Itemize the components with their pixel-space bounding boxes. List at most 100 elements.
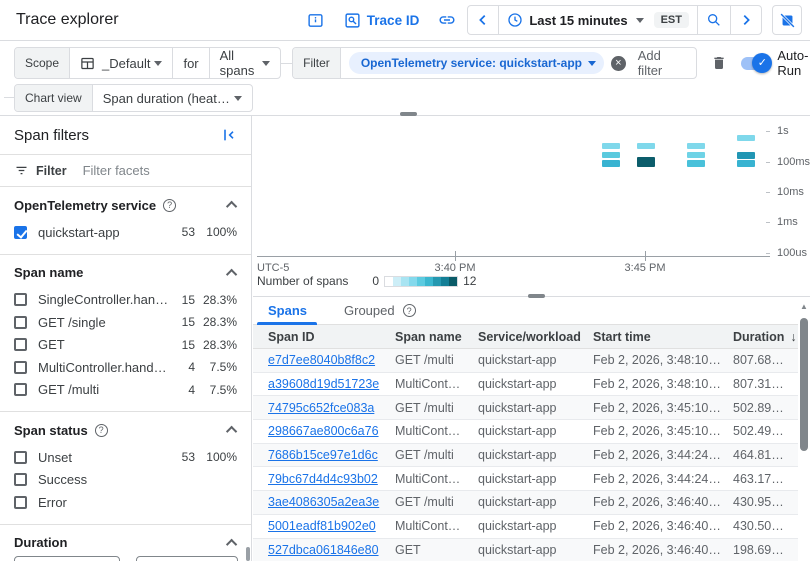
- table-row[interactable]: 3ae4086305a2ea3eGET /multiquickstart-app…: [253, 491, 810, 515]
- col-service[interactable]: Service/workload: [478, 330, 593, 344]
- sidebar-scrollbar-thumb[interactable]: [246, 547, 250, 561]
- facet-item[interactable]: GET /single1528.3%: [14, 311, 237, 334]
- collapse-panel-button[interactable]: [221, 127, 237, 143]
- auto-reload-off-button[interactable]: [772, 5, 802, 35]
- duration-max-input[interactable]: [136, 556, 238, 561]
- table-row[interactable]: e7d7ee8040b8f8c2GET /multiquickstart-app…: [253, 349, 810, 373]
- facet-item[interactable]: Error: [14, 491, 237, 514]
- facet-checkbox[interactable]: [14, 473, 27, 486]
- table-row[interactable]: a39608d19d51723eMultiCont…quickstart-app…: [253, 373, 810, 397]
- heatmap-cell[interactable]: [687, 143, 705, 149]
- facet-item[interactable]: quickstart-app53100%: [14, 221, 237, 244]
- facet-checkbox[interactable]: [14, 226, 27, 239]
- trace-id-button[interactable]: Trace ID: [336, 6, 428, 34]
- heatmap-cell[interactable]: [637, 143, 655, 149]
- table-row[interactable]: 7686b15ce97e1d6cGET /multiquickstart-app…: [253, 444, 810, 468]
- chart-view-dropdown[interactable]: Span duration (heat…: [92, 85, 252, 111]
- add-filter-input[interactable]: Add filter: [638, 48, 688, 78]
- help-icon[interactable]: ?: [95, 424, 108, 437]
- help-icon[interactable]: ?: [163, 199, 176, 212]
- table-cell: GET /multi: [395, 401, 478, 415]
- table-scrollbar-thumb[interactable]: [800, 318, 808, 451]
- span-id-link[interactable]: 79bc67d4d4c93b02: [268, 472, 395, 486]
- side-panel-button[interactable]: [302, 6, 330, 34]
- table-cell: 430.958ms: [733, 495, 786, 509]
- collapse-section-icon[interactable]: [226, 538, 237, 549]
- auto-run-toggle[interactable]: ✓: [741, 57, 769, 70]
- facet-percent: 100%: [195, 225, 237, 239]
- filter-chip[interactable]: OpenTelemetry service: quickstart-app: [349, 52, 604, 74]
- table-row[interactable]: 298667ae800c6a76MultiCont…quickstart-app…: [253, 420, 810, 444]
- facet-section-header: Span status?: [14, 414, 237, 446]
- facet-checkbox[interactable]: [14, 496, 27, 509]
- table-row[interactable]: 79bc67d4d4c93b02MultiCont…quickstart-app…: [253, 467, 810, 491]
- scrollbar-up-icon[interactable]: ▲: [800, 302, 808, 311]
- table-row[interactable]: 74795c652fce083aGET /multiquickstart-app…: [253, 396, 810, 420]
- facet-filter-input[interactable]: Filter facets: [83, 163, 150, 178]
- table-cell: quickstart-app: [478, 495, 593, 509]
- col-span-id[interactable]: Span ID: [268, 330, 395, 344]
- time-back-button[interactable]: [468, 6, 498, 34]
- span-id-link[interactable]: 74795c652fce083a: [268, 401, 395, 415]
- time-range-dropdown[interactable]: Last 15 minutes EST: [498, 6, 697, 34]
- table-row[interactable]: 5001eadf81b902e0MultiCont…quickstart-app…: [253, 515, 810, 539]
- span-duration-heatmap[interactable]: 3:40 PM3:45 PM 1s100ms10ms1ms100us UTC-5…: [253, 116, 810, 296]
- scope-icon: [80, 56, 95, 71]
- x-tick-label: 3:40 PM: [435, 262, 476, 274]
- facet-checkbox[interactable]: [14, 316, 27, 329]
- heatmap-cell[interactable]: [737, 152, 755, 159]
- facet-checkbox[interactable]: [14, 338, 27, 351]
- facet-item[interactable]: MultiController.handleMulti47.5%: [14, 356, 237, 379]
- facet-label: SingleController.handleSing…: [38, 292, 173, 307]
- heatmap-cell[interactable]: [687, 160, 705, 167]
- table-cell: Feb 2, 2026, 3:44:24 PM: [593, 448, 733, 462]
- span-id-link[interactable]: 3ae4086305a2ea3e: [268, 495, 395, 509]
- span-id-link[interactable]: 7686b15ce97e1d6c: [268, 448, 395, 462]
- span-id-link[interactable]: e7d7ee8040b8f8c2: [268, 353, 395, 367]
- facet-checkbox[interactable]: [14, 293, 27, 306]
- span-id-link[interactable]: 5001eadf81b902e0: [268, 519, 395, 533]
- remove-filter-icon[interactable]: ×: [611, 56, 626, 71]
- col-start-time[interactable]: Start time: [593, 330, 733, 344]
- heatmap-cell[interactable]: [737, 135, 755, 141]
- heatmap-cell[interactable]: [602, 143, 620, 149]
- x-tick-label: 3:45 PM: [625, 262, 666, 274]
- tab-spans[interactable]: Spans: [268, 303, 307, 318]
- grouped-help-icon[interactable]: ?: [403, 304, 416, 317]
- facet-item[interactable]: Unset53100%: [14, 446, 237, 469]
- col-duration[interactable]: Duration↓: [733, 330, 797, 344]
- y-tick-mark: [766, 222, 770, 223]
- facet-item[interactable]: GET1528.3%: [14, 334, 237, 357]
- heatmap-cell[interactable]: [637, 157, 655, 167]
- heatmap-cell[interactable]: [602, 160, 620, 167]
- scope-dropdown[interactable]: _Default: [69, 48, 172, 78]
- copy-link-button[interactable]: [433, 6, 461, 34]
- heatmap-cell[interactable]: [687, 152, 705, 158]
- facet-item[interactable]: Success: [14, 469, 237, 492]
- heatmap-cell[interactable]: [602, 152, 620, 158]
- facet-item[interactable]: GET /multi47.5%: [14, 379, 237, 402]
- facet-checkbox[interactable]: [14, 451, 27, 464]
- page-title: Trace explorer: [16, 11, 119, 29]
- table-cell: Feb 2, 2026, 3:48:10 PM: [593, 353, 733, 367]
- collapse-section-icon[interactable]: [226, 268, 237, 279]
- table-cell: MultiCont…: [395, 472, 478, 486]
- table-scrollbar[interactable]: ▲: [798, 297, 810, 561]
- facet-item[interactable]: SingleController.handleSing…1528.3%: [14, 289, 237, 312]
- tab-grouped[interactable]: Grouped: [344, 303, 395, 318]
- spans-dropdown[interactable]: All spans: [209, 48, 280, 78]
- heatmap-cell[interactable]: [737, 160, 755, 167]
- span-id-link[interactable]: 527dbca061846e80: [268, 543, 395, 557]
- facet-checkbox[interactable]: [14, 361, 27, 374]
- delete-filters-button[interactable]: [711, 55, 727, 71]
- time-forward-button[interactable]: [730, 6, 761, 34]
- span-id-link[interactable]: a39608d19d51723e: [268, 377, 395, 391]
- facet-checkbox[interactable]: [14, 383, 27, 396]
- span-id-link[interactable]: 298667ae800c6a76: [268, 424, 395, 438]
- collapse-section-icon[interactable]: [226, 426, 237, 437]
- col-span-name[interactable]: Span name: [395, 330, 478, 344]
- table-row[interactable]: 527dbca061846e80GETquickstart-appFeb 2, …: [253, 539, 810, 561]
- duration-min-input[interactable]: [14, 556, 120, 561]
- time-zoom-button[interactable]: [697, 6, 730, 34]
- collapse-section-icon[interactable]: [226, 201, 237, 212]
